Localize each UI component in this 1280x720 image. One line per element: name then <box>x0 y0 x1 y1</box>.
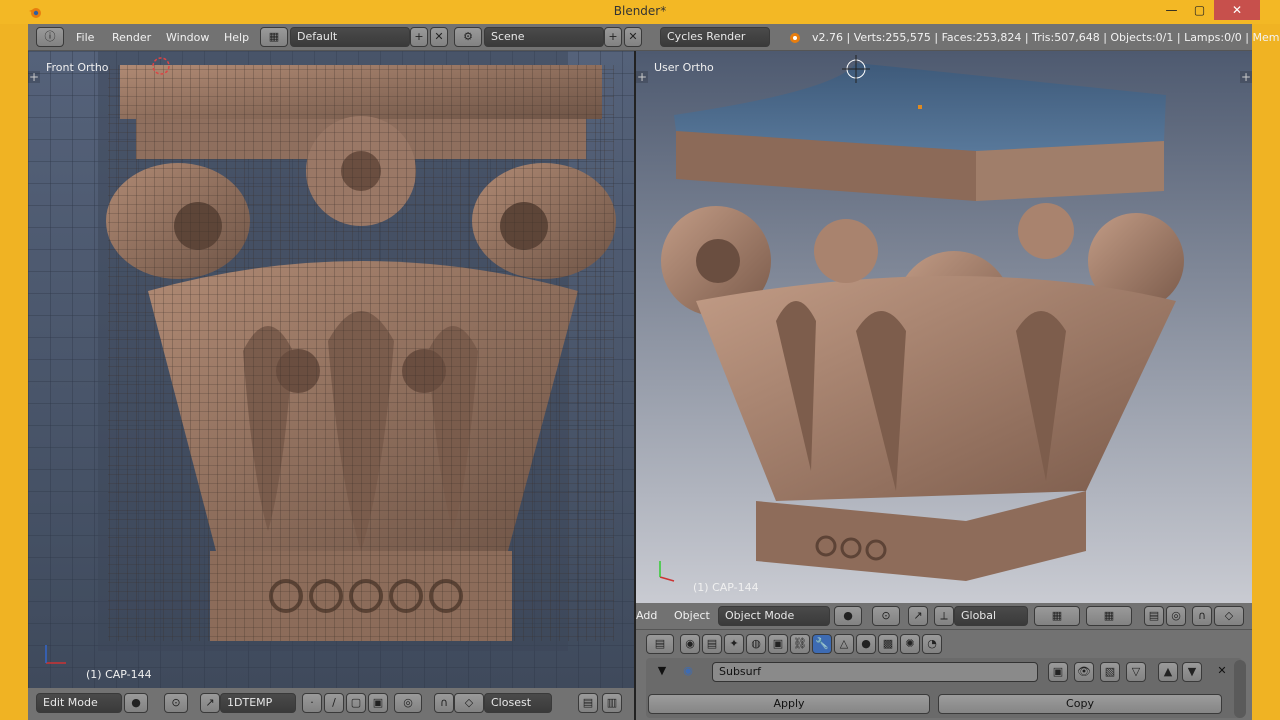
snap-target-select[interactable]: Closest <box>484 693 552 713</box>
view-label-user-ortho: User Ortho <box>654 61 714 74</box>
remove-scene-icon[interactable]: ✕ <box>624 27 642 47</box>
move-down-icon[interactable]: ▼ <box>1182 662 1202 682</box>
front-ortho-viewport[interactable]: Front Ortho (1) CAP-144 + <box>28 51 634 688</box>
active-object-label-right: (1) CAP-144 <box>693 581 759 594</box>
screen-layout-icon[interactable]: ▦ <box>260 27 288 47</box>
tab-constraints-icon[interactable]: ⛓ <box>790 634 810 654</box>
lock-layers-icon[interactable]: ▤ <box>1144 606 1164 626</box>
subsurf-modifier-panel: ▼ ◉ Subsurf ▣ 👁 ▧ ▽ ▲ ▼ ✕ Apply Copy <box>646 658 1242 718</box>
scene-field[interactable]: Scene <box>484 27 604 47</box>
pivot-point-icon-right[interactable]: ⊙ <box>872 606 900 626</box>
edge-select-icon[interactable]: / <box>324 693 344 713</box>
app-window: Blender* — ▢ ✕ ⓘ File Render Window Help… <box>0 0 1280 720</box>
info-header: ⓘ File Render Window Help ▦ Default + ✕ … <box>28 24 1280 51</box>
scene-stats: v2.76 | Verts:255,575 | Faces:253,824 | … <box>812 31 1280 44</box>
transform-orientation-icon[interactable]: ⟂ <box>934 606 954 626</box>
tab-render-icon[interactable]: ◉ <box>680 634 700 654</box>
add-layout-icon[interactable]: + <box>410 27 428 47</box>
rendered-model <box>659 55 1184 582</box>
editmode-toggle-icon[interactable]: ▧ <box>1100 662 1120 682</box>
remove-layout-icon[interactable]: ✕ <box>430 27 448 47</box>
render-engine-select[interactable]: Cycles Render <box>660 27 770 47</box>
tab-material-icon[interactable]: ● <box>856 634 876 654</box>
collapse-modifier-icon[interactable]: ▼ <box>652 662 672 682</box>
render-toggle-icon[interactable]: ▣ <box>1048 662 1068 682</box>
limit-selection-icon[interactable]: ▣ <box>368 693 388 713</box>
user-ortho-viewport[interactable]: User Ortho (1) CAP-144 + + <box>636 51 1252 603</box>
menu-file[interactable]: File <box>76 31 94 44</box>
view-label-front-ortho: Front Ortho <box>46 61 109 74</box>
close-button[interactable]: ✕ <box>1214 0 1260 20</box>
apply-button[interactable]: Apply <box>648 694 930 714</box>
copy-button[interactable]: Copy <box>938 694 1222 714</box>
toolshelf-toggle-icon-right[interactable]: + <box>636 71 648 83</box>
opengl-render-icon[interactable]: ▤ <box>578 693 598 713</box>
properties-toggle-icon[interactable]: + <box>1240 71 1252 83</box>
tab-particles-icon[interactable]: ✺ <box>900 634 920 654</box>
blender-icon <box>790 33 800 43</box>
tab-modifiers-wrench-icon[interactable]: 🔧 <box>812 634 832 654</box>
layer-field[interactable]: 1DTEMP <box>220 693 296 713</box>
grid-and-mesh <box>28 51 634 688</box>
modifier-name-field[interactable]: Subsurf <box>712 662 1038 682</box>
opengl-anim-icon[interactable]: ▥ <box>602 693 622 713</box>
right-view-header: Add Object Object Mode ● ⊙ ↗ ⟂ Global ▦ … <box>636 603 1252 629</box>
snap-magnet-icon-right[interactable]: ∩ <box>1192 606 1212 626</box>
tab-scene-icon[interactable]: ✦ <box>724 634 744 654</box>
move-up-icon[interactable]: ▲ <box>1158 662 1178 682</box>
menu-object[interactable]: Object <box>674 609 710 622</box>
editor-type-info-icon[interactable]: ⓘ <box>36 27 64 47</box>
scene-icon[interactable]: ⚙ <box>454 27 482 47</box>
properties-scrollbar[interactable] <box>1234 660 1246 718</box>
subsurf-modifier-icon: ◉ <box>683 664 693 677</box>
snap-element-icon-right[interactable]: ◇ <box>1214 606 1244 626</box>
tab-data-icon[interactable]: △ <box>834 634 854 654</box>
minimize-button[interactable]: — <box>1158 0 1185 20</box>
cage-toggle-icon[interactable]: ▽ <box>1126 662 1146 682</box>
tab-layers-icon[interactable]: ▤ <box>702 634 722 654</box>
menu-add[interactable]: Add <box>636 609 657 622</box>
proportional-edit-icon[interactable]: ◎ <box>394 693 422 713</box>
tab-texture-icon[interactable]: ▩ <box>878 634 898 654</box>
layers-block-2-icon[interactable]: ▦ <box>1086 606 1132 626</box>
left-view-header: Edit Mode ● ⊙ ↗ 1DTEMP · / ▢ ▣ ◎ ∩ ◇ Clo… <box>28 688 634 720</box>
menu-help[interactable]: Help <box>224 31 249 44</box>
title-bar: Blender* — ▢ ✕ <box>0 0 1280 24</box>
tab-object-icon[interactable]: ▣ <box>768 634 788 654</box>
window-title: Blender* <box>613 4 667 18</box>
layers-block-1-icon[interactable]: ▦ <box>1034 606 1080 626</box>
face-select-icon[interactable]: ▢ <box>346 693 366 713</box>
screen-layout-field[interactable]: Default <box>290 27 410 47</box>
snap-magnet-icon[interactable]: ∩ <box>434 693 454 713</box>
orientation-select[interactable]: Global <box>954 606 1028 626</box>
properties-editor-type-icon[interactable]: ▤ <box>646 634 674 654</box>
viewport-shading-icon[interactable]: ● <box>124 693 148 713</box>
maximize-button[interactable]: ▢ <box>1186 0 1213 20</box>
menu-render[interactable]: Render <box>112 31 151 44</box>
properties-editor: ▤ ◉ ▤ ✦ ◍ ▣ ⛓ 🔧 △ ● ▩ ✺ ◔ ▼ ◉ Subsurf ▣ … <box>636 629 1252 720</box>
mode-select[interactable]: Edit Mode <box>36 693 122 713</box>
active-object-label: (1) CAP-144 <box>86 668 152 681</box>
add-scene-icon[interactable]: + <box>604 27 622 47</box>
editor-type-icon[interactable] <box>28 694 36 714</box>
tab-world-icon[interactable]: ◍ <box>746 634 766 654</box>
snap-element-icon[interactable]: ◇ <box>454 693 484 713</box>
vertex-select-icon[interactable]: · <box>302 693 322 713</box>
proportional-edit-icon-right[interactable]: ◎ <box>1166 606 1186 626</box>
viewport-toggle-icon[interactable]: 👁 <box>1074 662 1094 682</box>
object-mode-select[interactable]: Object Mode <box>718 606 830 626</box>
manipulator-icon-right[interactable]: ↗ <box>908 606 928 626</box>
manipulator-icon[interactable]: ↗ <box>200 693 220 713</box>
viewport-shading-icon-right[interactable]: ● <box>834 606 862 626</box>
menu-window[interactable]: Window <box>166 31 209 44</box>
toolshelf-toggle-icon[interactable]: + <box>28 71 40 83</box>
remove-modifier-icon[interactable]: ✕ <box>1212 662 1232 682</box>
tab-physics-icon[interactable]: ◔ <box>922 634 942 654</box>
pivot-point-icon[interactable]: ⊙ <box>164 693 188 713</box>
